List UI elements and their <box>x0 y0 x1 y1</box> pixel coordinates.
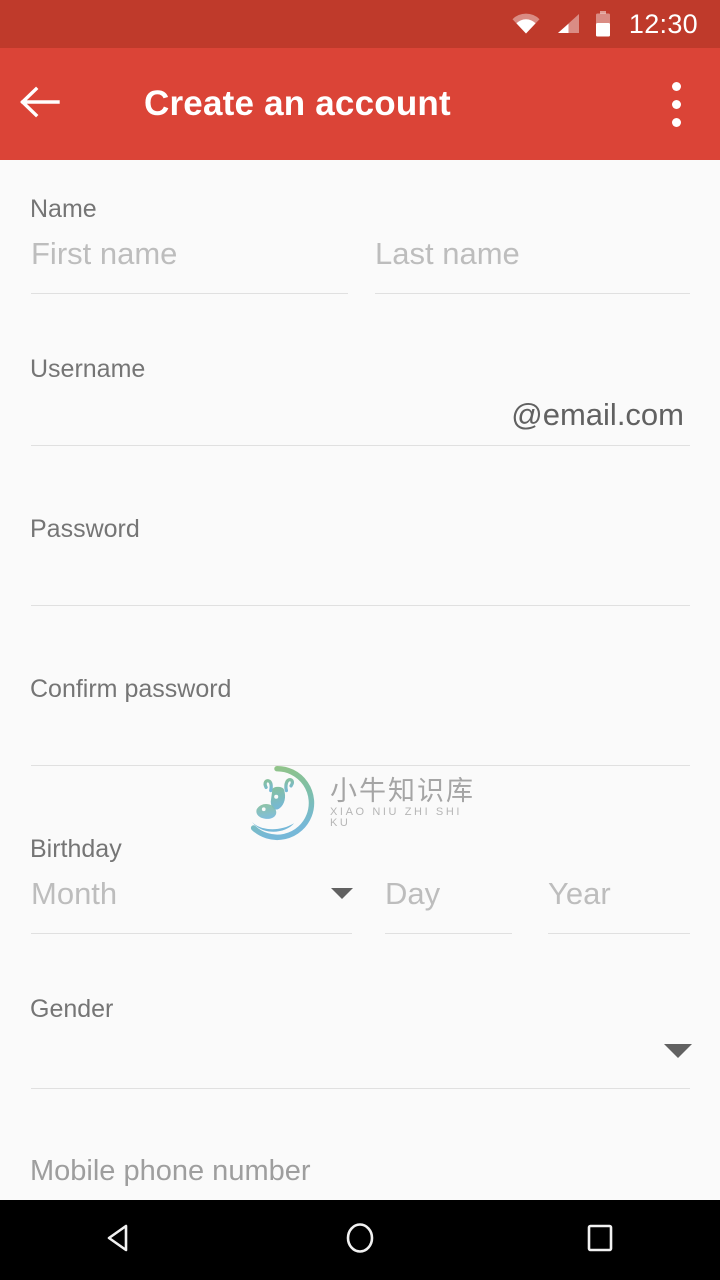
watermark-pinyin: XIAO NIU ZHI SHI KU <box>330 805 463 829</box>
android-navigation-bar <box>0 1200 720 1280</box>
confirm-password-input[interactable] <box>30 712 690 770</box>
overflow-dot-2 <box>671 99 681 109</box>
watermark-chinese: 小牛知识库 <box>330 775 475 807</box>
gender-label: Gender <box>30 995 114 1023</box>
last-name-placeholder: Last name <box>375 236 520 271</box>
status-bar: 12:30 <box>0 0 720 48</box>
last-name-underline <box>375 293 690 294</box>
back-triangle-icon <box>101 1219 139 1262</box>
first-name-underline <box>31 293 348 294</box>
username-label: Username <box>30 355 146 383</box>
back-arrow-icon <box>18 84 60 125</box>
nav-recents-button[interactable] <box>480 1200 720 1280</box>
password-underline <box>31 605 690 606</box>
birthday-month-placeholder: Month <box>31 876 118 911</box>
overflow-dot-3 <box>671 117 681 127</box>
confirm-password-underline <box>31 765 690 766</box>
watermark-text: 小牛知识库 XIAO NIU ZHI SHI KU <box>330 778 478 829</box>
gender-select[interactable] <box>30 1032 690 1094</box>
wifi-icon <box>511 12 541 36</box>
nav-back-button[interactable] <box>0 1200 240 1280</box>
username-domain-suffix: @email.com <box>511 397 684 432</box>
signup-form: Name First name Last name Username @emai… <box>0 160 720 1200</box>
app-bar: Create an account <box>0 48 720 160</box>
watermark-logo: 小牛知识库 XIAO NIU ZHI SHI KU <box>238 763 478 843</box>
gender-underline <box>31 1088 690 1089</box>
ox-head-logo-icon <box>238 764 316 842</box>
status-bar-clock: 12:30 <box>628 8 698 39</box>
phone-screen: 12:30 Create an account Name First name … <box>0 0 720 1280</box>
birthday-year-underline <box>548 933 690 934</box>
nav-home-button[interactable] <box>240 1200 480 1280</box>
cellular-signal-icon <box>555 12 581 36</box>
mobile-phone-label: Mobile phone number <box>30 1155 311 1187</box>
name-label: Name <box>30 195 97 223</box>
chevron-down-icon <box>331 888 353 899</box>
first-name-placeholder: First name <box>31 236 178 271</box>
page-title: Create an account <box>144 84 451 123</box>
birthday-day-placeholder: Day <box>385 876 441 911</box>
recents-square-icon <box>581 1219 619 1262</box>
birthday-year-placeholder: Year <box>548 876 611 911</box>
birthday-day-underline <box>385 933 512 934</box>
chevron-down-icon <box>664 1044 692 1058</box>
battery-icon <box>595 11 611 37</box>
overflow-menu-icon <box>671 81 681 91</box>
back-button[interactable] <box>0 48 78 160</box>
password-label: Password <box>30 515 140 543</box>
username-underline <box>31 445 690 446</box>
birthday-label: Birthday <box>30 835 122 863</box>
overflow-menu-button[interactable] <box>632 48 720 160</box>
password-input[interactable] <box>30 552 690 610</box>
home-circle-icon <box>341 1219 379 1262</box>
birthday-month-underline <box>31 933 352 934</box>
confirm-password-label: Confirm password <box>30 675 232 703</box>
